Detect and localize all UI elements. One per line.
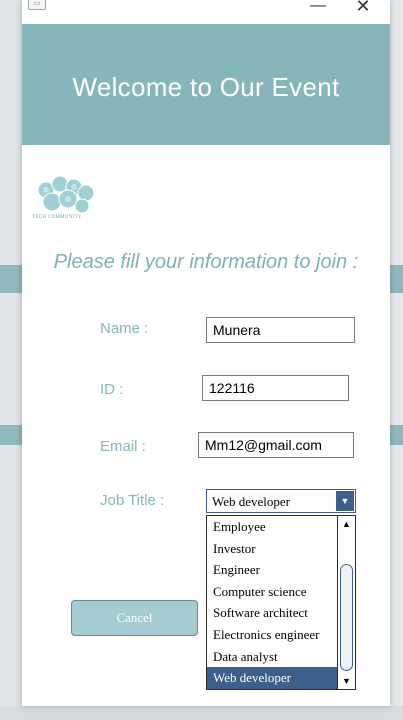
taskbar-strip — [0, 706, 403, 720]
job-option[interactable]: Electronics engineer — [207, 624, 338, 646]
title-bar[interactable]: ▭ — ✕ — [22, 0, 390, 24]
app-icon: ▭ — [28, 0, 46, 10]
email-field[interactable]: Mm12@gmail.com — [198, 432, 354, 458]
email-label: Email : — [100, 438, 146, 455]
minimize-button[interactable]: — — [303, 0, 333, 16]
name-label: Name : — [100, 320, 149, 337]
background-stripe — [0, 425, 22, 445]
header-banner: Welcome to Our Event — [22, 24, 390, 145]
job-option[interactable]: Engineer — [207, 559, 338, 581]
close-button[interactable]: ✕ — [348, 0, 378, 16]
dropdown-scrollbar[interactable]: ▲ ▼ — [337, 516, 355, 689]
background-stripe — [0, 265, 22, 293]
id-label: ID : — [100, 381, 124, 398]
job-title-selected-value: Web developer — [212, 494, 290, 509]
background-window-left — [0, 0, 22, 720]
cancel-button[interactable]: Cancel — [71, 600, 198, 636]
job-option[interactable]: Investor — [207, 538, 338, 560]
job-title-options: Employee Investor Engineer Computer scie… — [207, 516, 338, 689]
chevron-down-icon[interactable]: ▼ — [336, 491, 354, 511]
scrollbar-thumb[interactable] — [340, 564, 353, 671]
name-field[interactable]: Munera — [206, 317, 355, 343]
logo-caption: TECH COMMUNITY — [32, 215, 82, 220]
job-option[interactable]: Data analyst — [207, 646, 338, 668]
id-field[interactable]: 122116 — [202, 375, 349, 401]
job-option[interactable]: Software architect — [207, 602, 338, 624]
scroll-down-arrow-icon[interactable]: ▼ — [338, 673, 355, 689]
job-option-selected[interactable]: Web developer — [207, 667, 338, 689]
job-option[interactable]: Employee — [207, 516, 338, 538]
job-title-dropdown: Employee Investor Engineer Computer scie… — [206, 515, 356, 690]
header-title: Welcome to Our Event — [72, 72, 340, 102]
scroll-up-arrow-icon[interactable]: ▲ — [338, 516, 355, 532]
job-title-select[interactable]: Web developer ▼ — [206, 489, 356, 513]
registration-dialog: ▭ — ✕ Welcome to Our Event TECH COMMUNIT… — [22, 0, 390, 706]
form-subtitle: Please fill your information to join : — [53, 251, 359, 273]
job-option[interactable]: Computer science — [207, 581, 338, 603]
job-title-label: Job Title : — [100, 492, 165, 509]
